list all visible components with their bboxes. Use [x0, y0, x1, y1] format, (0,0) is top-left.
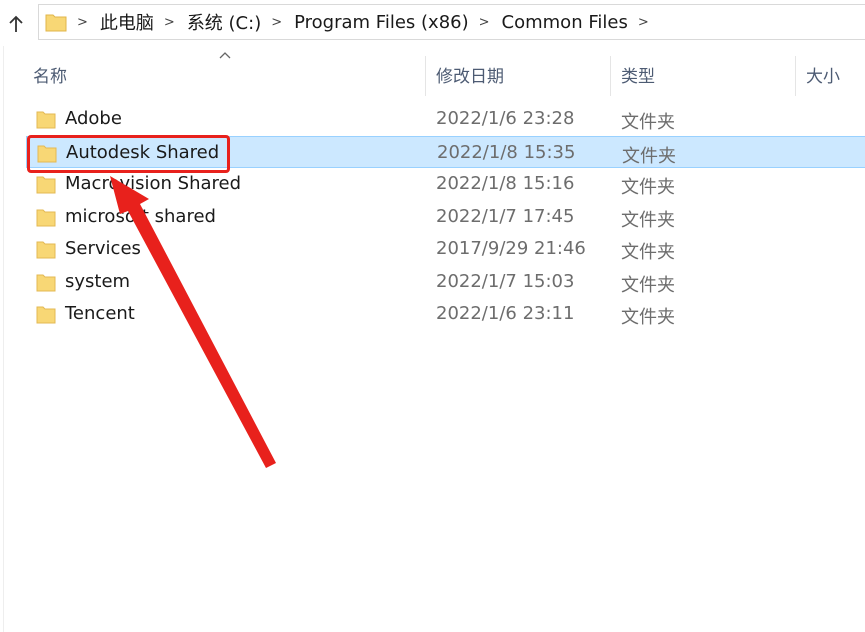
annotation-arrow [110, 176, 276, 468]
